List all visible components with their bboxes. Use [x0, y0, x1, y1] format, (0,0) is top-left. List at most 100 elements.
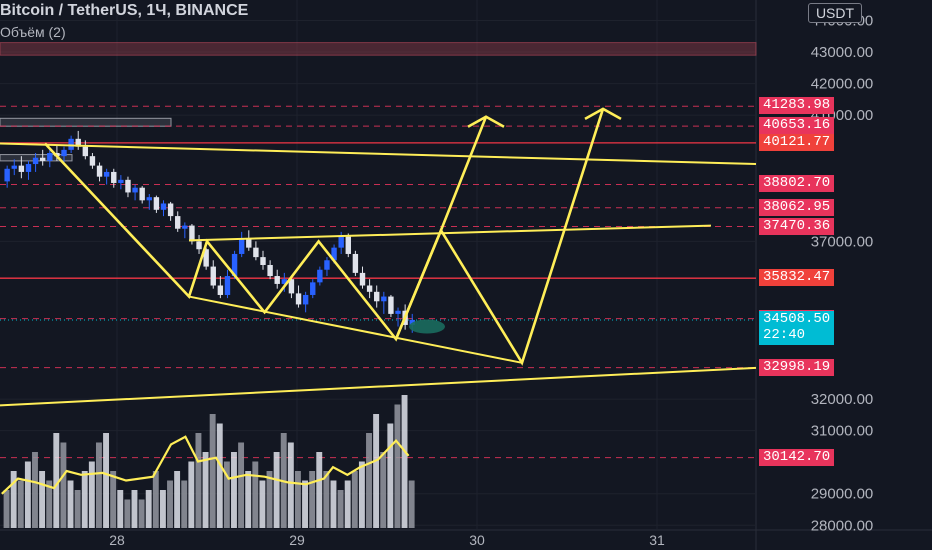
volume-bar: [95, 442, 102, 528]
currency-button[interactable]: USDT: [808, 3, 862, 23]
price-label: 38802.70: [759, 175, 835, 193]
volume-bar: [216, 423, 223, 528]
candle-body: [11, 165, 17, 169]
volume-bar: [380, 452, 387, 528]
resistance-zone: [0, 42, 757, 56]
candle-body: [366, 285, 373, 292]
candle-body: [103, 171, 110, 177]
y-tick-label: 43000.00: [811, 44, 874, 61]
volume-bar: [287, 442, 294, 528]
volume-bar: [202, 452, 209, 528]
candle-body: [139, 187, 145, 201]
price-label-value: 32998.19: [763, 358, 831, 375]
candle-body: [146, 197, 152, 201]
volume-bar: [344, 480, 351, 528]
volume-bar: [266, 471, 273, 528]
candle-body: [374, 291, 380, 302]
candle-body: [324, 260, 330, 270]
volume-bar: [152, 471, 159, 528]
candle-body: [317, 269, 323, 283]
volume-bar: [174, 471, 181, 528]
candle-body: [253, 247, 259, 258]
candle-body: [167, 203, 174, 217]
volume-bar: [351, 471, 358, 528]
volume-bar: [188, 461, 195, 528]
volume-bar: [145, 490, 152, 528]
symbol-title[interactable]: Bitcoin / TetherUS, 1Ч, BINANCE: [0, 2, 248, 20]
x-tick-label: 30: [469, 532, 485, 548]
x-tick-label: 28: [109, 532, 125, 548]
candle-body: [118, 179, 124, 183]
candle-body: [302, 294, 309, 305]
volume-bar: [387, 423, 394, 528]
volume-bar: [103, 433, 110, 528]
price-label-value: 40121.77: [763, 133, 831, 150]
candle-body: [125, 179, 131, 193]
volume-bar: [32, 452, 38, 528]
volume-bar: [316, 452, 323, 528]
price-label-value: 38062.95: [763, 198, 831, 215]
price-label: 34508.50 22:40: [759, 310, 835, 345]
y-tick-label: 29000.00: [811, 486, 874, 503]
price-label: 37470.36: [759, 217, 835, 235]
candle-body: [132, 187, 138, 193]
volume-bar: [309, 471, 316, 528]
candle-body: [153, 197, 160, 210]
volume-bar: [337, 490, 344, 528]
volume-bar: [273, 452, 280, 528]
price-range-box: [0, 117, 172, 127]
volume-bar: [3, 490, 10, 528]
candle-body: [82, 146, 89, 157]
x-tick-label: 31: [649, 532, 665, 548]
price-label: 30142.70: [759, 448, 835, 466]
candle-body: [295, 293, 302, 305]
y-tick-label: 28000.00: [811, 517, 874, 534]
candle-body: [274, 276, 280, 284]
candle-body: [381, 296, 387, 302]
volume-bar: [238, 442, 245, 528]
volume-bar: [195, 433, 202, 528]
candle-body: [18, 165, 25, 172]
candle-body: [238, 238, 245, 254]
volume-bar: [231, 452, 237, 528]
volume-bar: [17, 480, 24, 528]
volume-bar: [408, 480, 415, 528]
volume-bar: [181, 480, 188, 528]
volume-bar: [124, 499, 131, 528]
x-tick-label: 29: [289, 532, 305, 548]
volume-bar: [67, 480, 74, 528]
volume-bar: [39, 471, 46, 528]
candle-body: [338, 236, 344, 248]
volume-indicator-label[interactable]: Объём (2): [0, 24, 66, 40]
candle-body: [4, 168, 10, 182]
price-label-value: 40653.16: [763, 117, 831, 134]
candle-body: [68, 138, 74, 150]
candle-body: [160, 203, 167, 210]
volume-bar: [167, 480, 173, 528]
volume-bar: [110, 471, 117, 528]
volume-bar: [74, 490, 81, 528]
volume-bar: [366, 433, 372, 528]
y-tick-label: 42000.00: [811, 76, 874, 93]
candle-body: [217, 285, 224, 295]
volume-bar: [302, 480, 308, 528]
volume-bar: [252, 461, 259, 528]
volume-bar: [138, 499, 145, 528]
volume-bar: [358, 461, 365, 528]
price-label: 35832.47: [759, 269, 835, 287]
y-tick-label: 31000.00: [811, 423, 874, 440]
volume-bar: [60, 442, 67, 528]
volume-bar: [245, 471, 252, 528]
volume-bar: [24, 461, 31, 528]
candle-body: [196, 241, 202, 250]
candle-body: [345, 236, 351, 254]
candle-body: [210, 266, 216, 286]
y-tick-label: 37000.00: [811, 233, 874, 250]
candle-body: [89, 156, 96, 166]
volume-bar: [373, 414, 380, 528]
candle-body: [25, 164, 32, 172]
chart-area[interactable]: 44000.0043000.0042000.0041000.0037000.00…: [0, 0, 932, 550]
volume-bar: [259, 480, 266, 528]
candle-body: [189, 225, 195, 242]
price-label-value: 37470.36: [763, 217, 831, 234]
